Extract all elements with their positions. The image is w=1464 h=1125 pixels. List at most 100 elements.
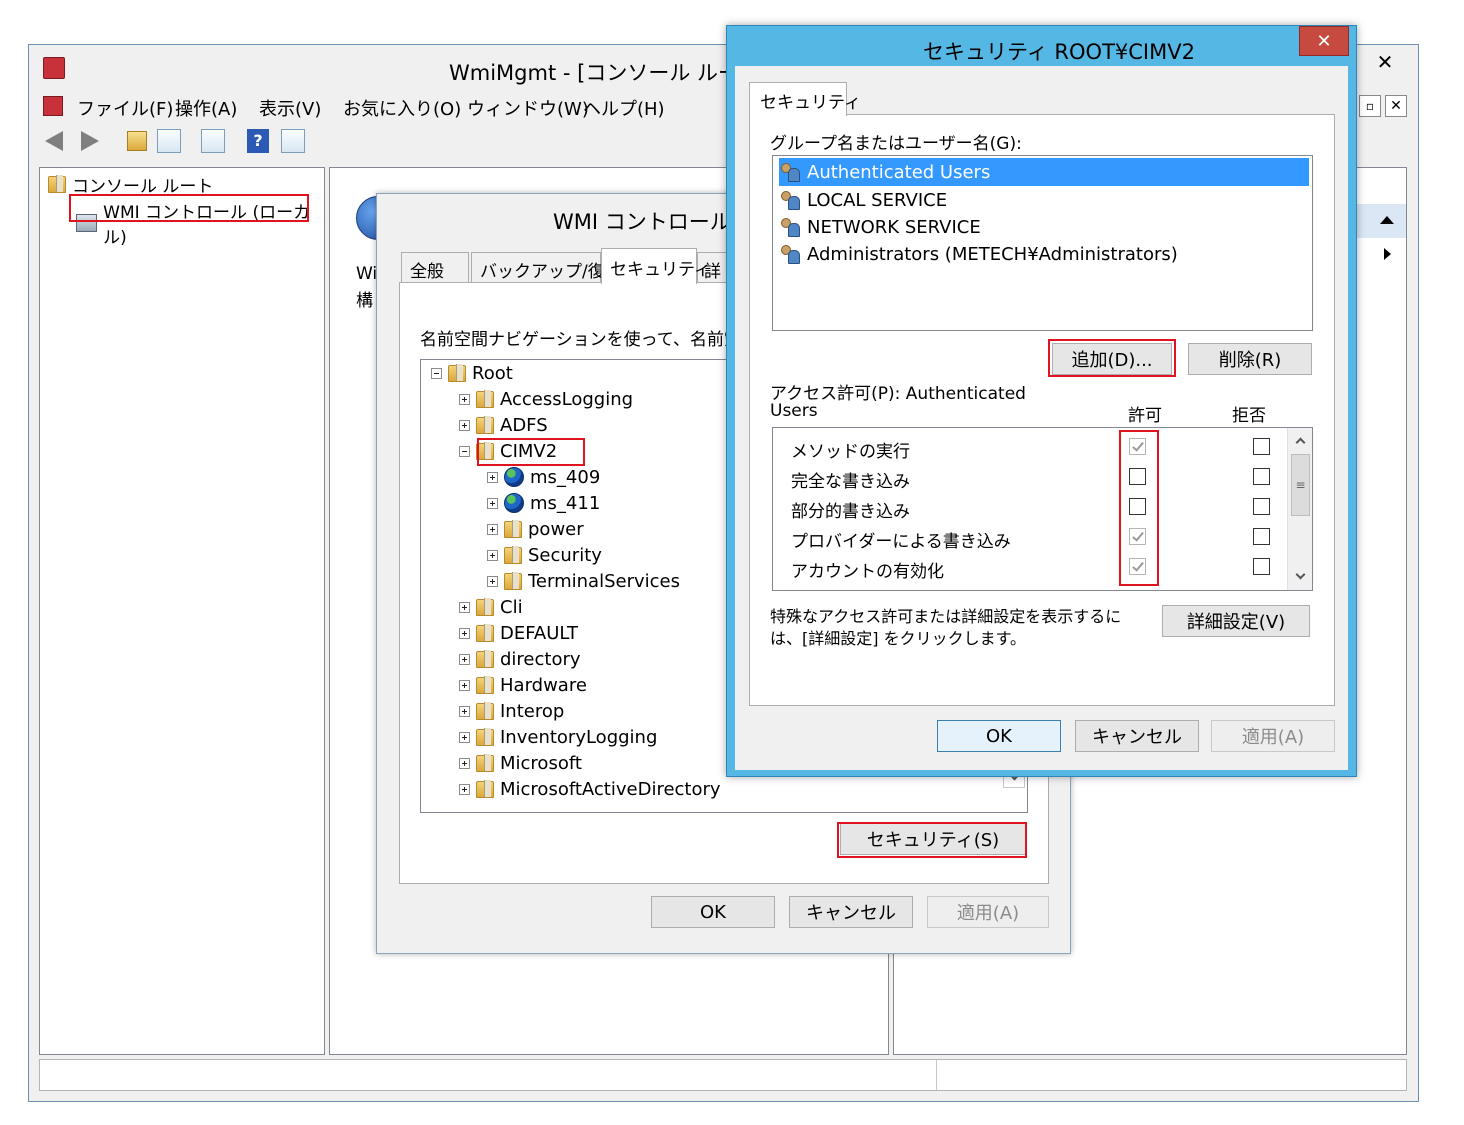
allow-checkbox[interactable] (1129, 438, 1146, 455)
user-list[interactable]: Authenticated Users LOCAL SERVICE NETWOR… (772, 155, 1313, 331)
deny-checkbox[interactable] (1253, 438, 1271, 455)
tab-general[interactable]: 全般 (401, 252, 469, 282)
security-cancel-button[interactable]: キャンセル (1075, 720, 1199, 752)
tree-item-label: Security (528, 544, 602, 566)
tree-item-terminalservices[interactable]: TerminalServices (487, 568, 686, 594)
mmc-close-button[interactable]: ✕ (1359, 47, 1411, 77)
folder-icon (476, 701, 494, 720)
restore-icon[interactable]: ▫ (1359, 95, 1381, 117)
security-ok-button[interactable]: OK (937, 720, 1061, 752)
security-close-button[interactable]: ✕ (1299, 26, 1349, 56)
deny-checkbox[interactable] (1253, 528, 1271, 545)
forward-arrow-icon[interactable] (81, 131, 99, 151)
export-list-icon[interactable] (201, 129, 225, 153)
tree-item-cimv2[interactable]: CIMV2 (459, 438, 563, 464)
up-folder-icon[interactable] (127, 131, 147, 151)
menu-window[interactable]: ウィンドウ(W) (467, 95, 589, 121)
properties-icon[interactable] (281, 129, 305, 153)
collapse-icon[interactable] (431, 367, 442, 379)
wmi-cancel-button[interactable]: キャンセル (789, 896, 913, 928)
tree-item-inventorylogging[interactable]: InventoryLogging (459, 724, 663, 750)
menu-help[interactable]: ヘルプ(H) (583, 95, 665, 121)
deny-checkbox[interactable] (1253, 498, 1271, 515)
tab-backup-restore[interactable]: バックアップ/復元 (471, 252, 622, 282)
expand-icon[interactable] (459, 705, 470, 717)
tree-item-microsoft[interactable]: Microsoft (459, 750, 588, 776)
tree-item-ms411[interactable]: ms_411 (487, 490, 606, 516)
tree-item-root[interactable]: Root (431, 360, 519, 386)
close-child-icon[interactable]: ✕ (1385, 95, 1407, 117)
tree-item-directory[interactable]: directory (459, 646, 587, 672)
tree-item-cli[interactable]: Cli (459, 594, 529, 620)
expand-icon[interactable] (459, 757, 470, 769)
tree-item-microsoftactivedirectory[interactable]: MicrosoftActiveDirectory (459, 776, 727, 802)
tree-item-label: Root (472, 362, 513, 384)
expand-icon[interactable] (487, 523, 498, 535)
scroll-thumb[interactable]: ≡ (1291, 454, 1310, 516)
instruction-text: 名前空間ナビゲーションを使って、名前空間に (420, 330, 775, 350)
tree-item-hardware[interactable]: Hardware (459, 672, 593, 698)
expand-icon[interactable] (487, 471, 498, 483)
menu-favorites[interactable]: お気に入り(O) (343, 95, 461, 121)
expand-icon[interactable] (459, 627, 470, 639)
user-group-icon (779, 162, 801, 182)
advanced-button[interactable]: 詳細設定(V) (1162, 605, 1310, 637)
tree-item-accesslogging[interactable]: AccessLogging (459, 386, 639, 412)
expand-icon[interactable] (459, 653, 470, 665)
menu-view[interactable]: 表示(V) (259, 95, 321, 121)
tree-item-label: InventoryLogging (500, 726, 658, 748)
expand-icon[interactable] (487, 549, 498, 561)
tree-item-ms409[interactable]: ms_409 (487, 464, 606, 490)
menu-file[interactable]: ファイル(F) (77, 95, 173, 121)
tree-item-adfs[interactable]: ADFS (459, 412, 554, 438)
collapse-icon[interactable] (459, 445, 470, 457)
expand-icon[interactable] (459, 783, 470, 795)
add-button[interactable]: 追加(D)... (1052, 343, 1172, 375)
permission-row: アカウントの有効化 (773, 554, 1283, 584)
security-tab[interactable]: セキュリティ (749, 82, 861, 116)
user-item-authenticated[interactable]: Authenticated Users (779, 158, 1309, 186)
tree-item-default[interactable]: DEFAULT (459, 620, 584, 646)
allow-checkbox[interactable] (1129, 528, 1146, 545)
expand-icon[interactable] (459, 679, 470, 691)
user-item-administrators[interactable]: Administrators (METECH¥Administrators) (779, 240, 1178, 268)
tree-item-power[interactable]: power (487, 516, 590, 542)
user-item-local-service[interactable]: LOCAL SERVICE (779, 186, 947, 214)
expand-icon[interactable] (459, 731, 470, 743)
tree-item-interop[interactable]: Interop (459, 698, 570, 724)
tree-item-security[interactable]: Security (487, 542, 608, 568)
expand-right-icon[interactable] (1384, 248, 1391, 260)
allow-checkbox[interactable] (1129, 498, 1146, 515)
security-button[interactable]: セキュリティ(S) (840, 823, 1026, 855)
menu-action[interactable]: 操作(A) (175, 95, 237, 121)
tree-root-item[interactable]: コンソール ルート (48, 172, 213, 197)
expand-icon[interactable] (459, 419, 470, 431)
tree-item-label: TerminalServices (528, 570, 680, 592)
expand-icon[interactable] (459, 393, 470, 405)
permission-scrollbar[interactable]: ≡ (1287, 428, 1312, 590)
folder-icon (476, 649, 494, 668)
wmi-ok-button[interactable]: OK (651, 896, 775, 928)
folder-icon (448, 363, 466, 382)
remove-button[interactable]: 削除(R) (1188, 343, 1312, 375)
scroll-down-button[interactable] (1290, 566, 1310, 586)
deny-checkbox[interactable] (1253, 468, 1271, 485)
tree-wmi-control-item[interactable]: WMI コントロール (ローカル) (76, 198, 324, 248)
tree-root-label: コンソール ルート (72, 177, 214, 197)
user-item-network-service[interactable]: NETWORK SERVICE (779, 213, 981, 241)
expand-icon[interactable] (459, 601, 470, 613)
expand-icon[interactable] (487, 575, 498, 587)
allow-checkbox[interactable] (1129, 468, 1146, 485)
deny-checkbox[interactable] (1253, 558, 1271, 575)
deny-header: 拒否 (1232, 406, 1266, 426)
allow-checkbox[interactable] (1129, 558, 1146, 575)
help-icon[interactable]: ? (247, 129, 269, 153)
tab-security[interactable]: セキュリティ (601, 248, 711, 284)
permission-row: 完全な書き込み (773, 464, 1283, 494)
expand-icon[interactable] (487, 497, 498, 509)
show-hide-tree-icon[interactable] (157, 129, 181, 153)
collapse-up-icon[interactable] (1380, 216, 1394, 224)
folder-icon (476, 389, 494, 408)
back-arrow-icon[interactable] (45, 131, 63, 151)
scroll-up-button[interactable] (1290, 430, 1310, 450)
